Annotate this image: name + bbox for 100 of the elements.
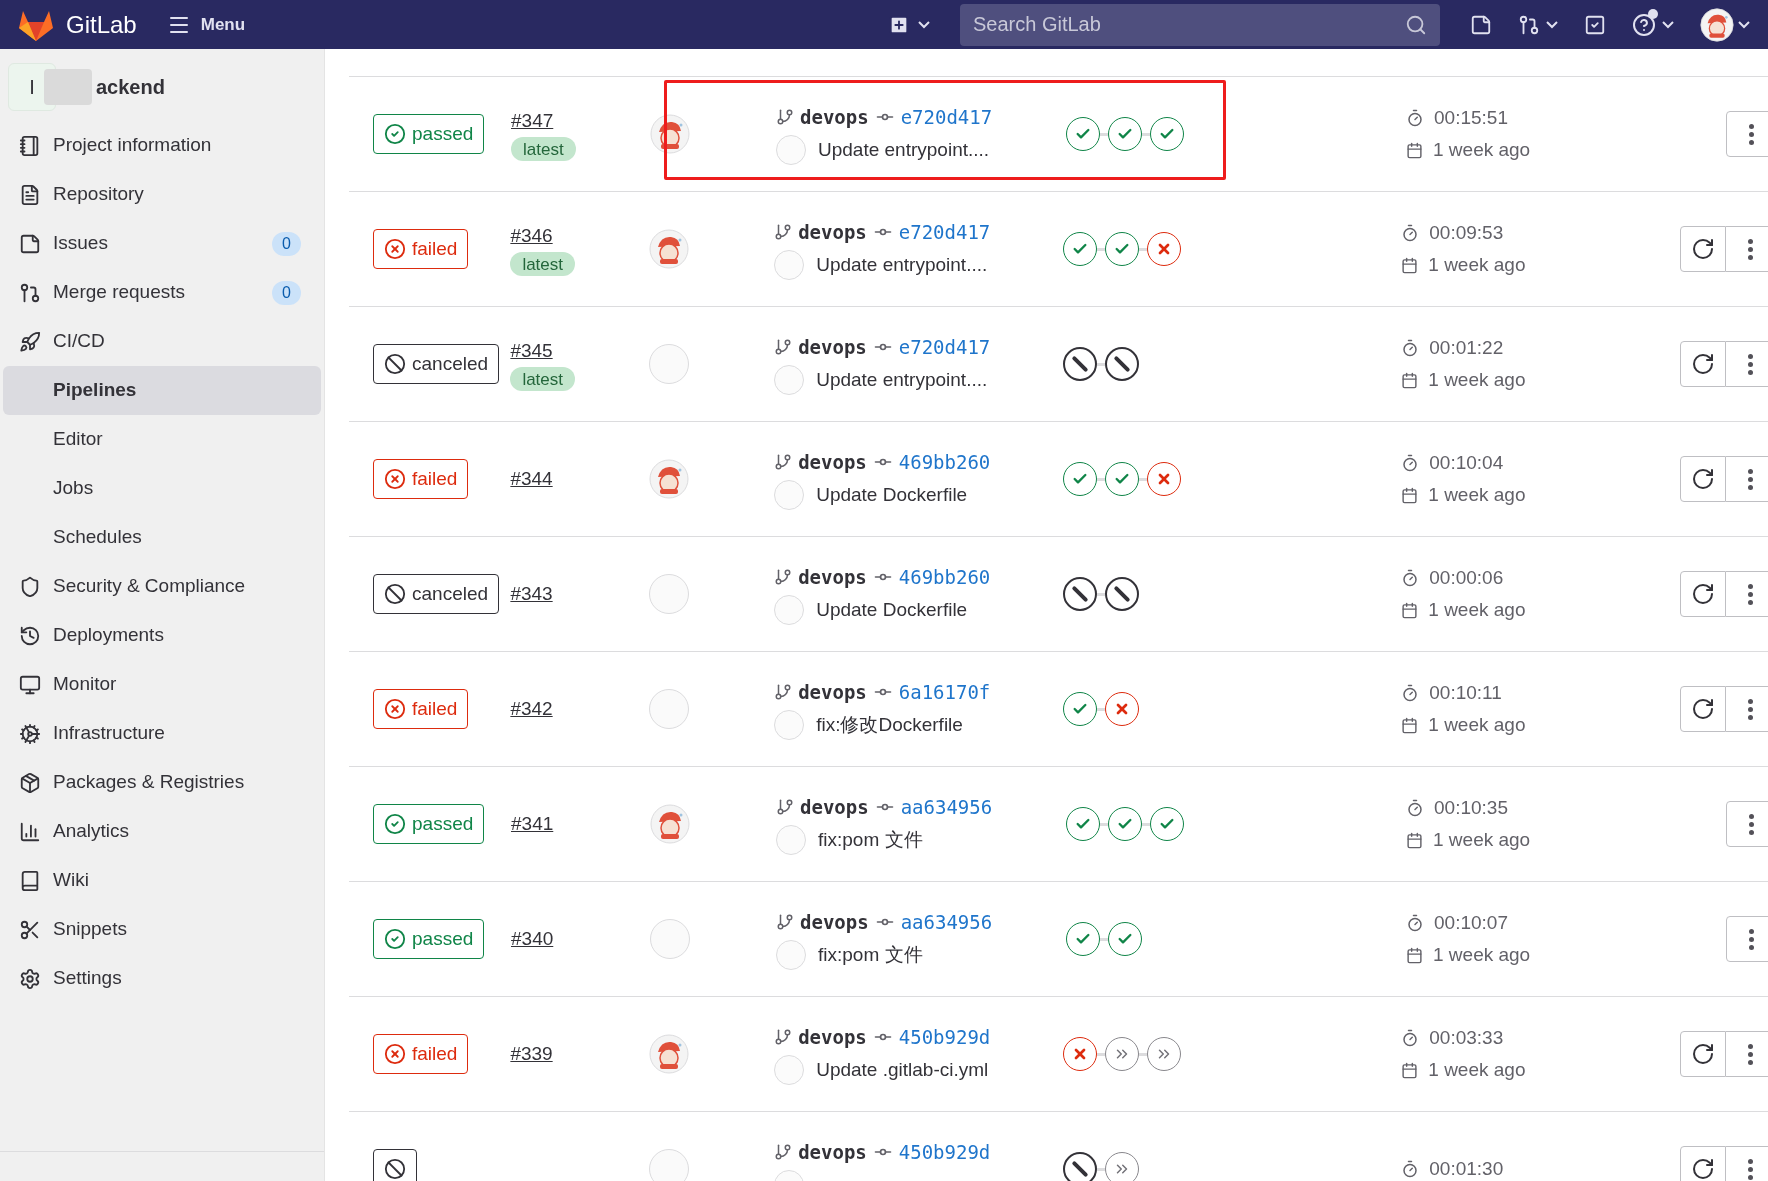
retry-button[interactable] xyxy=(1680,686,1726,732)
sidebar-item[interactable]: Deployments xyxy=(3,611,321,660)
commit-sha-link[interactable]: e720d417 xyxy=(898,332,991,362)
brand-name[interactable]: GitLab xyxy=(66,6,137,43)
pipeline-link[interactable]: #339 xyxy=(510,1039,553,1069)
sidebar-item[interactable]: Infrastructure xyxy=(3,709,321,758)
commit-message-link[interactable]: Update entrypoint.... xyxy=(818,136,990,165)
commit-message-link[interactable]: Update .gitlab-ci.yml xyxy=(816,1056,989,1085)
chevron-down-icon xyxy=(1546,20,1558,29)
sidebar-item[interactable]: Monitor xyxy=(3,660,321,709)
status-badge[interactable]: passed xyxy=(373,919,485,959)
pipeline-link[interactable]: #345 xyxy=(510,336,553,366)
sidebar-item[interactable]: Repository xyxy=(3,170,321,219)
status-badge[interactable]: canceled xyxy=(373,574,500,614)
status-badge[interactable]: canceled xyxy=(373,344,500,384)
retry-button[interactable] xyxy=(1680,1146,1726,1181)
issues-icon[interactable] xyxy=(1470,13,1492,36)
canceled-stage-icon[interactable] xyxy=(1104,347,1139,381)
retry-icon xyxy=(1691,1042,1715,1066)
help-button[interactable] xyxy=(1632,12,1674,37)
status-badge[interactable]: failed xyxy=(373,459,469,499)
sidebar-item[interactable]: Settings xyxy=(3,954,321,1003)
commit-message-link[interactable]: fix:修改Dockerfile xyxy=(816,711,963,740)
branch-link[interactable]: devops xyxy=(798,332,867,362)
status-badge[interactable]: passed xyxy=(373,114,485,154)
sidebar-item[interactable]: Issues 0 xyxy=(3,219,321,268)
commit-message-link[interactable]: Update Dockerfile xyxy=(816,481,968,510)
commit-sha-link[interactable]: 450b929d xyxy=(898,1137,991,1167)
sidebar-item[interactable]: Project information xyxy=(3,121,321,170)
more-actions-button[interactable] xyxy=(1726,916,1768,962)
retry-button[interactable] xyxy=(1680,341,1726,387)
retry-button[interactable] xyxy=(1680,571,1726,617)
duration-text: 00:15:51 xyxy=(1434,105,1508,130)
more-actions-button[interactable] xyxy=(1726,456,1768,502)
status-badge[interactable]: failed xyxy=(373,689,469,729)
more-actions-button[interactable] xyxy=(1726,111,1768,157)
sidebar-item[interactable]: Editor xyxy=(3,415,321,464)
sidebar-item[interactable]: Merge requests 0 xyxy=(3,268,321,317)
merge-requests-button[interactable] xyxy=(1518,13,1558,36)
more-actions-button[interactable] xyxy=(1726,686,1768,732)
more-actions-button[interactable] xyxy=(1726,801,1768,847)
sidebar-item[interactable]: Jobs xyxy=(3,464,321,513)
canceled-stage-icon[interactable] xyxy=(1062,347,1097,381)
sidebar-item[interactable]: Security & Compliance xyxy=(3,562,321,611)
more-actions-button[interactable] xyxy=(1726,226,1768,272)
search-field[interactable]: Search GitLab xyxy=(960,3,1440,46)
sidebar-item[interactable]: Wiki xyxy=(3,856,321,905)
pipeline-link[interactable]: #346 xyxy=(510,221,553,251)
project-name[interactable]: ackend xyxy=(96,72,165,102)
branch-link[interactable]: devops xyxy=(798,1022,867,1052)
status-badge[interactable] xyxy=(373,1149,417,1181)
commit-sha-link[interactable]: aa634956 xyxy=(900,907,993,937)
sidebar-item[interactable]: Analytics xyxy=(3,807,321,856)
commit-message-link[interactable]: fix:pom 文件 xyxy=(818,826,923,855)
canceled-stage-icon[interactable] xyxy=(1062,1152,1097,1181)
commit-sha-link[interactable]: 450b929d xyxy=(898,1022,991,1052)
commit-sha-link[interactable]: aa634956 xyxy=(900,792,993,822)
commit-message-link[interactable]: Update Dockerfile xyxy=(816,596,968,625)
branch-link[interactable]: devops xyxy=(798,447,867,477)
more-actions-button[interactable] xyxy=(1726,1031,1768,1077)
retry-button[interactable] xyxy=(1680,456,1726,502)
commit-message-link[interactable]: Update entrypoint.... xyxy=(816,366,988,395)
more-actions-button[interactable] xyxy=(1726,341,1768,387)
branch-link[interactable]: devops xyxy=(800,102,869,132)
pipeline-link[interactable]: #342 xyxy=(510,694,553,724)
branch-link[interactable]: devops xyxy=(798,217,867,247)
pipeline-link[interactable]: #341 xyxy=(511,809,554,839)
canceled-stage-icon[interactable] xyxy=(1104,577,1139,611)
pipeline-link[interactable]: #347 xyxy=(511,106,554,136)
commit-sha-link[interactable]: 6a16170f xyxy=(898,677,991,707)
sidebar-item[interactable]: Schedules xyxy=(3,513,321,562)
sidebar-item[interactable]: Pipelines xyxy=(3,366,321,415)
commit-message-link[interactable]: fix:pom 文件 xyxy=(818,941,923,970)
more-actions-button[interactable] xyxy=(1726,571,1768,617)
pipeline-link[interactable]: #344 xyxy=(510,464,553,494)
sidebar-item[interactable]: Packages & Registries xyxy=(3,758,321,807)
menu-button[interactable]: Menu xyxy=(166,11,246,38)
retry-button[interactable] xyxy=(1680,1031,1726,1077)
status-badge[interactable]: failed xyxy=(373,229,469,269)
sidebar-item[interactable]: CI/CD xyxy=(3,317,321,366)
branch-link[interactable]: devops xyxy=(798,677,867,707)
commit-sha-link[interactable]: 469bb260 xyxy=(898,447,991,477)
branch-link[interactable]: devops xyxy=(800,792,869,822)
user-menu-button[interactable] xyxy=(1700,7,1750,42)
branch-link[interactable]: devops xyxy=(798,1137,867,1167)
commit-sha-link[interactable]: e720d417 xyxy=(900,102,993,132)
book-icon xyxy=(19,869,41,892)
status-badge[interactable]: failed xyxy=(373,1034,469,1074)
commit-sha-link[interactable]: e720d417 xyxy=(898,217,991,247)
pipeline-link[interactable]: #343 xyxy=(510,579,553,609)
status-badge[interactable]: passed xyxy=(373,804,485,844)
todo-icon[interactable] xyxy=(1584,13,1606,36)
pipeline-link[interactable]: #340 xyxy=(511,924,554,954)
commit-sha-link[interactable]: 469bb260 xyxy=(898,562,991,592)
sidebar-item[interactable]: Snippets xyxy=(3,905,321,954)
retry-button[interactable] xyxy=(1680,226,1726,272)
commit-message-link[interactable]: Update entrypoint.... xyxy=(816,251,988,280)
canceled-stage-icon[interactable] xyxy=(1062,577,1097,611)
branch-link[interactable]: devops xyxy=(798,562,867,592)
branch-link[interactable]: devops xyxy=(800,907,869,937)
